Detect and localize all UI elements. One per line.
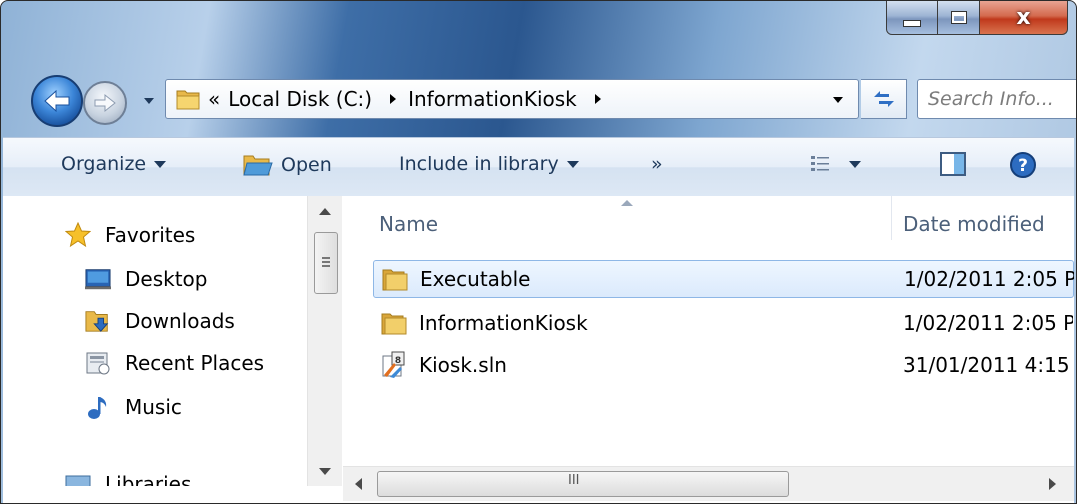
minimize-button[interactable] [886,1,938,35]
navigation-bar: « Local Disk (C:) InformationKiosk Searc… [1,69,1076,129]
maximize-icon [950,11,967,24]
search-placeholder: Search Info... [928,88,1054,110]
navigation-pane: Favorites Desktop Downloads Recent Place… [3,196,305,486]
libraries-icon [65,472,91,486]
breadcrumb-information-kiosk[interactable]: InformationKiosk [408,87,577,111]
chevron-down-icon [144,98,154,104]
explorer-window: x « Local Disk (C:) InformationKiosk Sea… [0,0,1077,504]
sidebar-item-label: Music [125,395,182,419]
scroll-thumb[interactable]: III [377,471,789,497]
column-name-header[interactable]: Name [379,212,438,236]
file-name: Kiosk.sln [419,353,507,377]
change-view-button[interactable] [809,154,861,174]
open-label: Open [281,154,332,176]
forward-arrow-icon [94,93,116,113]
breadcrumb-separator-icon[interactable] [386,92,400,106]
svg-text:?: ? [1018,156,1028,176]
column-divider[interactable] [891,196,892,240]
scroll-down-icon[interactable] [319,468,331,475]
include-in-library-button[interactable]: Include in library [399,153,579,175]
preview-pane-icon [940,152,966,176]
breadcrumb-separator-icon[interactable] [591,92,605,106]
address-dropdown-icon[interactable] [830,91,846,107]
file-date: 31/01/2011 4:15 [903,353,1070,377]
details-view-icon [811,156,829,171]
folder-icon [379,308,409,338]
sort-ascending-icon [621,200,633,206]
recent-pages-dropdown[interactable] [141,93,157,109]
open-folder-icon [243,155,273,176]
more-commands-button[interactable]: » [651,153,663,175]
downloads-folder-icon [85,308,111,334]
scroll-up-icon[interactable] [319,208,331,215]
file-list-pane: Name Date modified Executable 1/02/2011 … [343,196,1074,503]
help-button[interactable]: ? [1009,151,1037,179]
file-row-informationkiosk[interactable]: InformationKiosk 1/02/2011 2:05 P [373,304,1074,342]
scroll-left-icon[interactable] [355,478,362,490]
file-list-horizontal-scrollbar[interactable]: III [343,466,1074,501]
sidebar-libraries-label: Libraries [105,472,192,486]
sidebar-item-label: Recent Places [125,351,265,375]
column-header: Name Date modified [343,196,1074,248]
recent-places-icon [85,350,111,376]
open-button[interactable]: Open [243,153,332,177]
sidebar-item-label: Desktop [125,267,208,291]
chevron-down-icon [154,160,167,168]
organize-label: Organize [61,153,147,175]
file-row-kiosk-sln[interactable]: 8 Kiosk.sln 31/01/2011 4:15 [373,346,1074,384]
svg-text:8: 8 [395,356,401,366]
desktop-icon [85,266,111,292]
close-icon: x [1016,5,1031,30]
folder-icon [176,90,200,110]
caption-buttons: x [886,1,1068,35]
visual-studio-solution-icon: 8 [379,350,409,380]
grip-icon [322,257,330,259]
scroll-right-icon[interactable] [1049,478,1056,490]
refresh-button[interactable] [861,79,907,119]
file-name: Executable [420,267,531,291]
grip-icon: III [568,473,580,488]
breadcrumb-local-disk[interactable]: Local Disk (C:) [228,87,372,111]
back-button[interactable] [31,75,83,127]
sidebar-item-downloads[interactable]: Downloads [85,308,235,334]
organize-button[interactable]: Organize [61,153,167,175]
minimize-icon [903,20,921,27]
sidebar-item-label: Downloads [125,309,235,333]
music-icon [85,394,111,420]
chevron-down-icon [566,160,579,168]
more-commands-label: » [651,153,663,175]
preview-pane-button[interactable] [939,151,967,177]
include-in-library-label: Include in library [399,153,559,175]
sidebar-favorites-label: Favorites [105,223,196,247]
back-arrow-icon [44,89,70,113]
file-date: 1/02/2011 2:05 P [904,267,1074,291]
breadcrumb-overflow[interactable]: « [208,87,220,111]
address-bar[interactable]: « Local Disk (C:) InformationKiosk [165,79,859,119]
folder-icon [380,264,410,294]
command-bar: Organize Open Include in library » ? [3,137,1074,197]
maximize-button[interactable] [938,1,980,35]
file-date: 1/02/2011 2:05 P [903,311,1073,335]
chevron-down-icon [849,160,861,168]
file-row-executable[interactable]: Executable 1/02/2011 2:05 P [373,260,1074,298]
column-date-header[interactable]: Date modified [903,212,1045,236]
sidebar-favorites[interactable]: Favorites [65,222,195,248]
sidebar-libraries[interactable]: Libraries [65,472,191,486]
forward-button[interactable] [83,81,127,125]
sidebar-item-desktop[interactable]: Desktop [85,266,207,292]
search-input[interactable]: Search Info... [917,79,1076,119]
content-area: Favorites Desktop Downloads Recent Place… [3,196,1074,503]
scroll-thumb[interactable] [314,232,338,294]
close-button[interactable]: x [980,1,1068,35]
refresh-icon [873,91,894,107]
star-icon [65,222,91,248]
sidebar-item-recent-places[interactable]: Recent Places [85,350,264,376]
navigation-vertical-scrollbar[interactable] [307,196,342,486]
sidebar-item-music[interactable]: Music [85,394,182,420]
help-icon: ? [1010,152,1036,178]
file-name: InformationKiosk [419,311,588,335]
